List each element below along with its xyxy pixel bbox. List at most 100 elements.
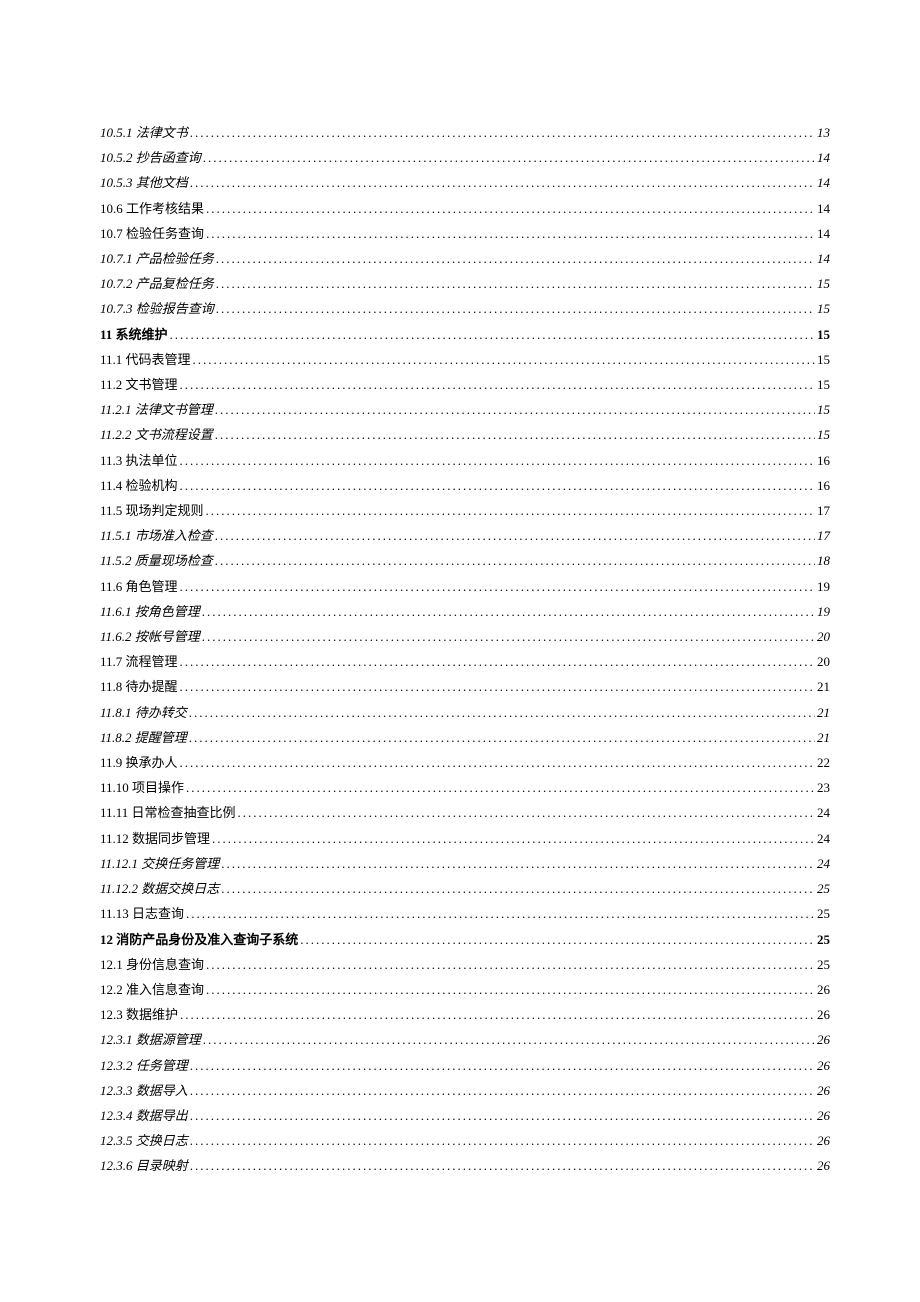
toc-page-number: 17 — [817, 523, 830, 548]
toc-page-number: 26 — [817, 1153, 830, 1178]
toc-entry-label: 11.2.1 法律文书管理 — [100, 397, 213, 422]
toc-entry-label: 11.6.1 按角色管理 — [100, 599, 200, 624]
toc-entry[interactable]: 11.5.2 质量现场检查 18 — [100, 548, 830, 573]
toc-entry[interactable]: 11.2 文书管理 15 — [100, 372, 830, 397]
toc-page-number: 24 — [817, 826, 830, 851]
toc-entry[interactable]: 10.7.2 产品复检任务15 — [100, 271, 830, 296]
toc-entry[interactable]: 11.2.1 法律文书管理15 — [100, 397, 830, 422]
toc-dot-leader — [212, 826, 815, 851]
toc-dot-leader — [190, 1053, 815, 1078]
toc-dot-leader — [202, 599, 815, 624]
toc-entry[interactable]: 12.3 数据维护26 — [100, 1002, 830, 1027]
toc-entry[interactable]: 12.1 身份信息查询 25 — [100, 952, 830, 977]
toc-dot-leader — [193, 347, 815, 372]
toc-entry[interactable]: 11.12.1 交换任务管理24 — [100, 851, 830, 876]
toc-entry-label: 12.3.3 数据导入 — [100, 1078, 188, 1103]
toc-entry[interactable]: 11.12 数据同步管理24 — [100, 826, 830, 851]
toc-entry[interactable]: 11.6.1 按角色管理19 — [100, 599, 830, 624]
toc-dot-leader — [216, 246, 815, 271]
toc-dot-leader — [215, 548, 815, 573]
toc-entry[interactable]: 12.2 准入信息查询 26 — [100, 977, 830, 1002]
toc-entry[interactable]: 10.6 工作考核结果14 — [100, 196, 830, 221]
toc-page-number: 14 — [817, 196, 830, 221]
toc-dot-leader — [215, 397, 815, 422]
toc-entry[interactable]: 10.5.3 其他文档14 — [100, 170, 830, 195]
toc-dot-leader — [206, 498, 815, 523]
toc-entry[interactable]: 11.13 日志查询25 — [100, 901, 830, 926]
toc-dot-leader — [206, 221, 815, 246]
toc-page-number: 16 — [817, 448, 830, 473]
toc-entry-label: 12.2 准入信息查询 — [100, 977, 204, 1002]
toc-entry[interactable]: 10.7.1 产品检验任务14 — [100, 246, 830, 271]
toc-page-number: 25 — [817, 952, 830, 977]
toc-dot-leader — [203, 145, 815, 170]
toc-entry-label: 11.8.1 待办转交 — [100, 700, 187, 725]
toc-dot-leader — [203, 1027, 815, 1052]
toc-entry[interactable]: 11.8 待办提醒21 — [100, 674, 830, 699]
toc-page-number: 14 — [817, 170, 830, 195]
toc-entry[interactable]: 10.7.3 检验报告查询15 — [100, 296, 830, 321]
toc-entry[interactable]: 12.3.3 数据导入26 — [100, 1078, 830, 1103]
toc-dot-leader — [180, 372, 815, 397]
toc-entry[interactable]: 11.5 现场判定规则 17 — [100, 498, 830, 523]
toc-page-number: 15 — [817, 372, 830, 397]
toc-entry[interactable]: 11.5.1 市场准入检查 17 — [100, 523, 830, 548]
toc-entry[interactable]: 11.9 换承办人 22 — [100, 750, 830, 775]
toc-dot-leader — [190, 1078, 815, 1103]
toc-page-number: 25 — [817, 901, 830, 926]
toc-entry-label: 11.4 检验机构 — [100, 473, 178, 498]
toc-entry[interactable]: 11.8.2 提醒管理21 — [100, 725, 830, 750]
toc-entry[interactable]: 10.5.2 抄告函查询14 — [100, 145, 830, 170]
toc-page-number: 26 — [817, 1027, 830, 1052]
toc-entry-label: 10.5.1 法律文书 — [100, 120, 188, 145]
toc-entry[interactable]: 12.3.2 任务管理26 — [100, 1053, 830, 1078]
toc-entry[interactable]: 11.4 检验机构 16 — [100, 473, 830, 498]
toc-entry-label: 11.5 现场判定规则 — [100, 498, 204, 523]
toc-entry[interactable]: 12.3.5 交换日志26 — [100, 1128, 830, 1153]
toc-dot-leader — [221, 876, 815, 901]
toc-entry[interactable]: 11.7 流程管理20 — [100, 649, 830, 674]
toc-dot-leader — [180, 574, 815, 599]
toc-entry-label: 11.2 文书管理 — [100, 372, 178, 397]
toc-entry[interactable]: 12.3.4 数据导出26 — [100, 1103, 830, 1128]
toc-entry-label: 11.5.1 市场准入检查 — [100, 523, 213, 548]
toc-entry[interactable]: 11.10 项目操作23 — [100, 775, 830, 800]
toc-entry[interactable]: 11.3 执法单位 16 — [100, 448, 830, 473]
toc-entry[interactable]: 11.1 代码表管理15 — [100, 347, 830, 372]
toc-entry-label: 11.3 执法单位 — [100, 448, 178, 473]
toc-entry[interactable]: 11.2.2 文书流程设置15 — [100, 422, 830, 447]
toc-entry[interactable]: 10.7 检验任务查询14 — [100, 221, 830, 246]
toc-entry[interactable]: 11 系统维护15 — [100, 322, 830, 347]
toc-page-number: 17 — [817, 498, 830, 523]
toc-entry[interactable]: 11.12.2 数据交换日志 25 — [100, 876, 830, 901]
toc-page-number: 15 — [817, 347, 830, 372]
toc-page-number: 22 — [817, 750, 830, 775]
toc-page-number: 24 — [817, 851, 830, 876]
toc-entry[interactable]: 10.5.1 法律文书13 — [100, 120, 830, 145]
toc-page-number: 25 — [817, 876, 830, 901]
toc-entry[interactable]: 12.3.1 数据源管理26 — [100, 1027, 830, 1052]
toc-page-number: 21 — [817, 674, 830, 699]
toc-page-number: 16 — [817, 473, 830, 498]
toc-entry[interactable]: 11.6.2 按帐号管理20 — [100, 624, 830, 649]
toc-page-number: 19 — [817, 574, 830, 599]
toc-dot-leader — [190, 120, 815, 145]
toc-entry[interactable]: 11.8.1 待办转交21 — [100, 700, 830, 725]
toc-entry-label: 11.9 换承办人 — [100, 750, 178, 775]
toc-entry-label: 11.5.2 质量现场检查 — [100, 548, 213, 573]
toc-entry[interactable]: 12.3.6 目录映射26 — [100, 1153, 830, 1178]
toc-entry-label: 11.12.2 数据交换日志 — [100, 876, 219, 901]
toc-entry-label: 12.1 身份信息查询 — [100, 952, 204, 977]
toc-entry-label: 11.8.2 提醒管理 — [100, 725, 187, 750]
toc-entry[interactable]: 11.11 日常检查抽查比例24 — [100, 800, 830, 825]
toc-entry[interactable]: 12 消防产品身份及准入查询子系统25 — [100, 927, 830, 952]
toc-dot-leader — [189, 725, 815, 750]
toc-dot-leader — [206, 952, 815, 977]
toc-entry[interactable]: 11.6 角色管理19 — [100, 574, 830, 599]
toc-page-number: 23 — [817, 775, 830, 800]
toc-page-number: 26 — [817, 1128, 830, 1153]
toc-dot-leader — [215, 422, 815, 447]
toc-dot-leader — [186, 901, 815, 926]
toc-page-number: 18 — [817, 548, 830, 573]
toc-page-number: 26 — [817, 977, 830, 1002]
